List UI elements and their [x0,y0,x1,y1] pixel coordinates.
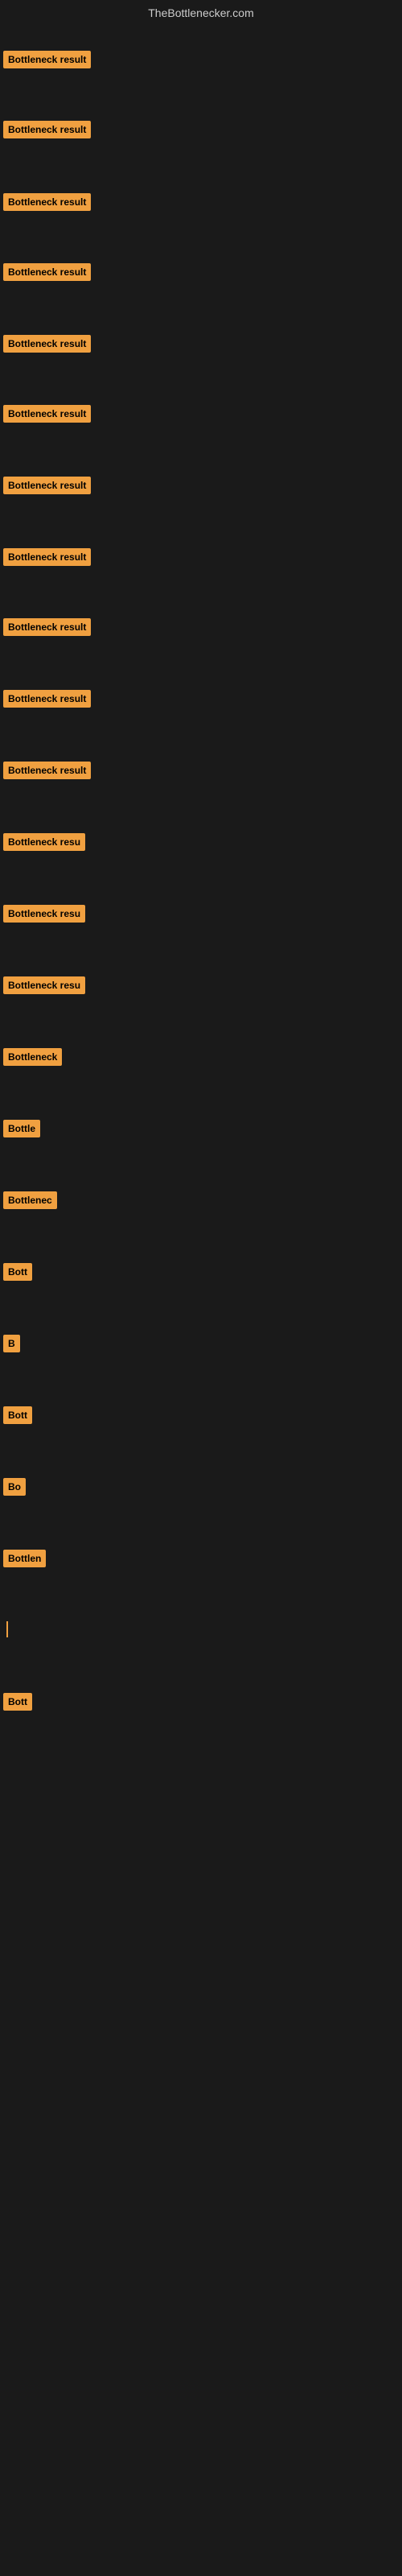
bottleneck-badge: Bott [3,1693,32,1711]
bottleneck-badge: Bott [3,1263,32,1281]
result-row: Bottleneck resu [0,828,88,860]
bottleneck-badge: Bottlenec [3,1191,57,1209]
result-row: Bott [0,1402,35,1433]
indicator-line [6,1621,8,1637]
result-row: Bottleneck result [0,330,94,361]
result-row: Bottlen [0,1545,49,1576]
result-row [0,1616,11,1642]
result-row: Bottleneck [0,1043,65,1075]
bottleneck-badge: Bottleneck result [3,405,91,423]
bottleneck-badge: Bottleneck resu [3,833,85,851]
bottleneck-badge: Bottleneck result [3,618,91,636]
bottleneck-badge: Bottle [3,1120,40,1137]
bottleneck-badge: Bottleneck result [3,690,91,708]
bottleneck-badge: Bottleneck result [3,193,91,211]
result-row: Bottlenec [0,1187,60,1218]
bottleneck-badge: Bottleneck result [3,263,91,281]
bottleneck-badge: Bottleneck result [3,548,91,566]
result-row: Bo [0,1473,29,1505]
bottleneck-badge: Bo [3,1478,26,1496]
bottleneck-badge: Bottleneck result [3,762,91,779]
result-row: Bottleneck result [0,685,94,716]
result-row: Bottle [0,1115,43,1146]
result-row: Bottleneck result [0,543,94,575]
result-row: Bott [0,1258,35,1290]
result-row: Bottleneck result [0,472,94,503]
bottleneck-badge: Bottleneck [3,1048,62,1066]
bottleneck-badge: B [3,1335,20,1352]
result-row: Bottleneck resu [0,900,88,931]
bottleneck-badge: Bottlen [3,1550,46,1567]
result-row: Bottleneck result [0,757,94,788]
result-row: Bott [0,1688,35,1719]
result-row: Bottleneck result [0,400,94,431]
bottleneck-badge: Bottleneck resu [3,905,85,923]
result-row: B [0,1330,23,1361]
result-row: Bottleneck result [0,116,94,147]
bottleneck-badge: Bottleneck result [3,121,91,138]
bottleneck-badge: Bottleneck result [3,477,91,494]
result-row: Bottleneck resu [0,972,88,1003]
result-row: Bottleneck result [0,613,94,645]
bottleneck-badge: Bottleneck resu [3,976,85,994]
result-row: Bottleneck result [0,188,94,220]
bottleneck-badge: Bott [3,1406,32,1424]
bottleneck-badge: Bottleneck result [3,335,91,353]
result-row: Bottleneck result [0,258,94,290]
result-row: Bottleneck result [0,46,94,77]
site-title: TheBottlenecker.com [0,0,402,23]
bottleneck-badge: Bottleneck result [3,51,91,68]
site-title-text: TheBottlenecker.com [148,6,254,19]
